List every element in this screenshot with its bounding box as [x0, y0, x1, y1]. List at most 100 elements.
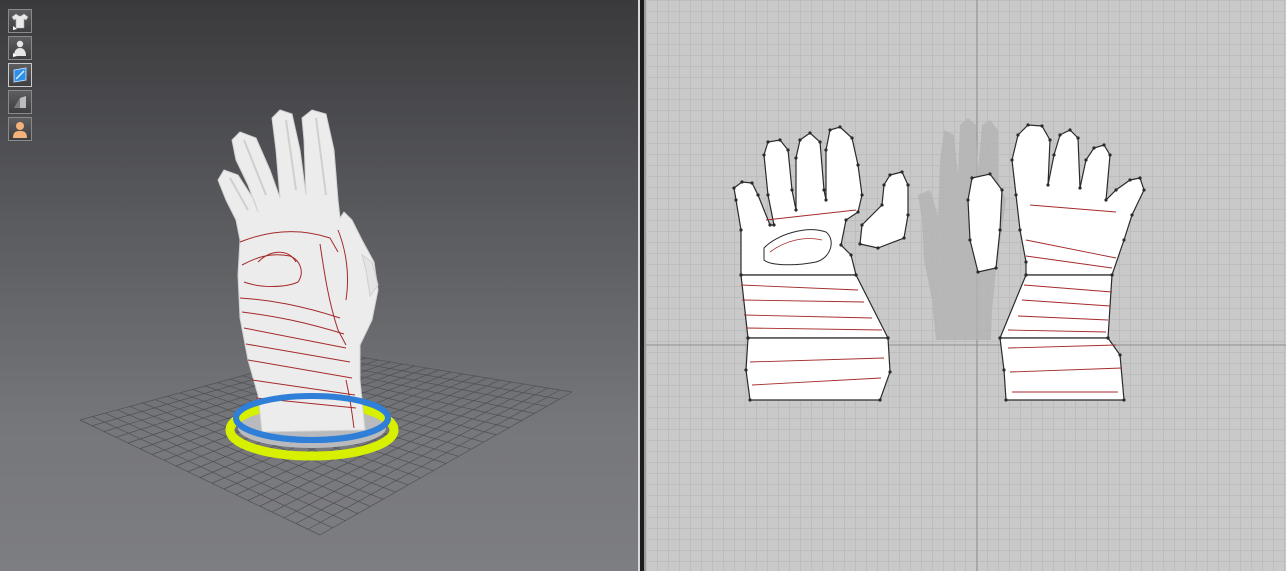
pattern-vertex[interactable]: [878, 398, 882, 402]
pattern-vertex[interactable]: [1128, 178, 1132, 182]
pattern-thumb-piece[interactable]: [859, 171, 909, 249]
pattern-vertex[interactable]: [824, 148, 828, 152]
pattern-vertex[interactable]: [822, 188, 826, 192]
pattern-vertex[interactable]: [856, 163, 860, 167]
pattern-vertex[interactable]: [906, 213, 910, 217]
viewport-splitter[interactable]: [638, 0, 646, 571]
pattern-vertex[interactable]: [1046, 183, 1050, 187]
pattern-vertex[interactable]: [794, 208, 798, 212]
pattern-vertex[interactable]: [1084, 158, 1088, 162]
pattern-vertex[interactable]: [1048, 138, 1052, 142]
texture-view-button[interactable]: [8, 63, 32, 87]
pattern-vertex[interactable]: [976, 270, 980, 274]
pattern-vertex[interactable]: [1040, 124, 1044, 128]
pattern-vertex[interactable]: [888, 173, 892, 177]
pattern-vertex[interactable]: [876, 246, 880, 250]
pattern-vertex[interactable]: [1122, 238, 1126, 242]
2d-pattern-viewport[interactable]: [646, 0, 1286, 571]
pattern-vertex[interactable]: [1138, 176, 1142, 180]
pattern-vertex[interactable]: [766, 140, 770, 144]
pattern-vertex[interactable]: [970, 176, 974, 180]
pattern-vertex[interactable]: [1068, 128, 1072, 132]
pattern-vertex[interactable]: [748, 398, 752, 402]
pattern-vertex[interactable]: [798, 138, 802, 142]
pattern-vertex[interactable]: [1024, 273, 1028, 277]
pattern-vertex[interactable]: [1010, 158, 1014, 162]
pattern-vertex[interactable]: [1104, 198, 1108, 202]
pattern-vertex[interactable]: [794, 156, 798, 160]
pattern-vertex[interactable]: [998, 228, 1002, 232]
pattern-vertex[interactable]: [1106, 336, 1110, 340]
pattern-vertex[interactable]: [828, 128, 832, 132]
avatar-view-button[interactable]: [8, 36, 32, 60]
pattern-vertex[interactable]: [856, 210, 860, 214]
pattern-vertex[interactable]: [734, 198, 738, 202]
pattern-vertex[interactable]: [772, 223, 776, 227]
pattern-vertex[interactable]: [860, 223, 864, 227]
pattern-vertex[interactable]: [844, 218, 848, 222]
pattern-vertex[interactable]: [750, 181, 754, 185]
pattern-vertex[interactable]: [838, 125, 842, 129]
pattern-vertex[interactable]: [790, 188, 794, 192]
pattern-vertex[interactable]: [778, 138, 782, 142]
pattern-vertex[interactable]: [882, 183, 886, 187]
pattern-vertex[interactable]: [1076, 136, 1080, 140]
pattern-vertex[interactable]: [1000, 188, 1004, 192]
pattern-vertex[interactable]: [744, 368, 748, 372]
pattern-vertex[interactable]: [1114, 188, 1118, 192]
pattern-vertex[interactable]: [854, 273, 858, 277]
pattern-vertex[interactable]: [762, 153, 766, 157]
pattern-vertex[interactable]: [766, 193, 770, 197]
pattern-vertex[interactable]: [902, 236, 906, 240]
pattern-vertex[interactable]: [998, 336, 1002, 340]
pattern-vertex[interactable]: [858, 242, 862, 246]
pattern-vertex[interactable]: [1016, 133, 1020, 137]
skin-view-button[interactable]: [8, 117, 32, 141]
pattern-vertex[interactable]: [988, 172, 992, 176]
pattern-band-piece-right[interactable]: [999, 274, 1113, 339]
glove-3d-model[interactable]: [217, 109, 379, 433]
pattern-vertex[interactable]: [739, 228, 743, 232]
pattern-vertex[interactable]: [818, 140, 822, 144]
pattern-vertex[interactable]: [906, 183, 910, 187]
pattern-vertex[interactable]: [850, 136, 854, 140]
pattern-vertex[interactable]: [839, 243, 843, 247]
pattern-vertex[interactable]: [1108, 153, 1112, 157]
pattern-vertex[interactable]: [1024, 260, 1028, 264]
pattern-vertex[interactable]: [1142, 188, 1146, 192]
pattern-vertex[interactable]: [1004, 398, 1008, 402]
pattern-vertex[interactable]: [900, 170, 904, 174]
pattern-vertex[interactable]: [824, 198, 828, 202]
pattern-vertex[interactable]: [1092, 146, 1096, 150]
pattern-vertex[interactable]: [740, 180, 744, 184]
shaded-view-button[interactable]: [8, 90, 32, 114]
pattern-vertex[interactable]: [968, 238, 972, 242]
pattern-vertex[interactable]: [880, 203, 884, 207]
pattern-left-glove[interactable]: [733, 126, 909, 401]
pattern-vertex[interactable]: [994, 266, 998, 270]
pattern-vertex[interactable]: [1026, 123, 1030, 127]
pattern-vertex[interactable]: [739, 273, 743, 277]
garment-view-button[interactable]: [8, 9, 32, 33]
pattern-back-piece[interactable]: [1011, 124, 1145, 276]
pattern-vertex[interactable]: [756, 193, 760, 197]
pattern-vertex[interactable]: [860, 193, 864, 197]
pattern-vertex[interactable]: [1110, 273, 1114, 277]
pattern-vertex[interactable]: [849, 253, 853, 257]
pattern-vertex[interactable]: [1130, 213, 1134, 217]
pattern-vertex[interactable]: [808, 131, 812, 135]
pattern-vertex[interactable]: [1052, 153, 1056, 157]
pattern-vertex[interactable]: [746, 336, 750, 340]
pattern-vertex[interactable]: [1118, 353, 1122, 357]
pattern-vertex[interactable]: [966, 198, 970, 202]
pattern-vertex[interactable]: [1014, 193, 1018, 197]
3d-viewport[interactable]: [0, 0, 638, 571]
pattern-vertex[interactable]: [888, 370, 892, 374]
pattern-vertex[interactable]: [886, 336, 890, 340]
pattern-vertex[interactable]: [1058, 133, 1062, 137]
pattern-vertex[interactable]: [1102, 143, 1106, 147]
pattern-vertex[interactable]: [1002, 368, 1006, 372]
pattern-cuff-piece[interactable]: [745, 337, 891, 401]
pattern-vertex[interactable]: [786, 148, 790, 152]
pattern-vertex[interactable]: [1018, 228, 1022, 232]
